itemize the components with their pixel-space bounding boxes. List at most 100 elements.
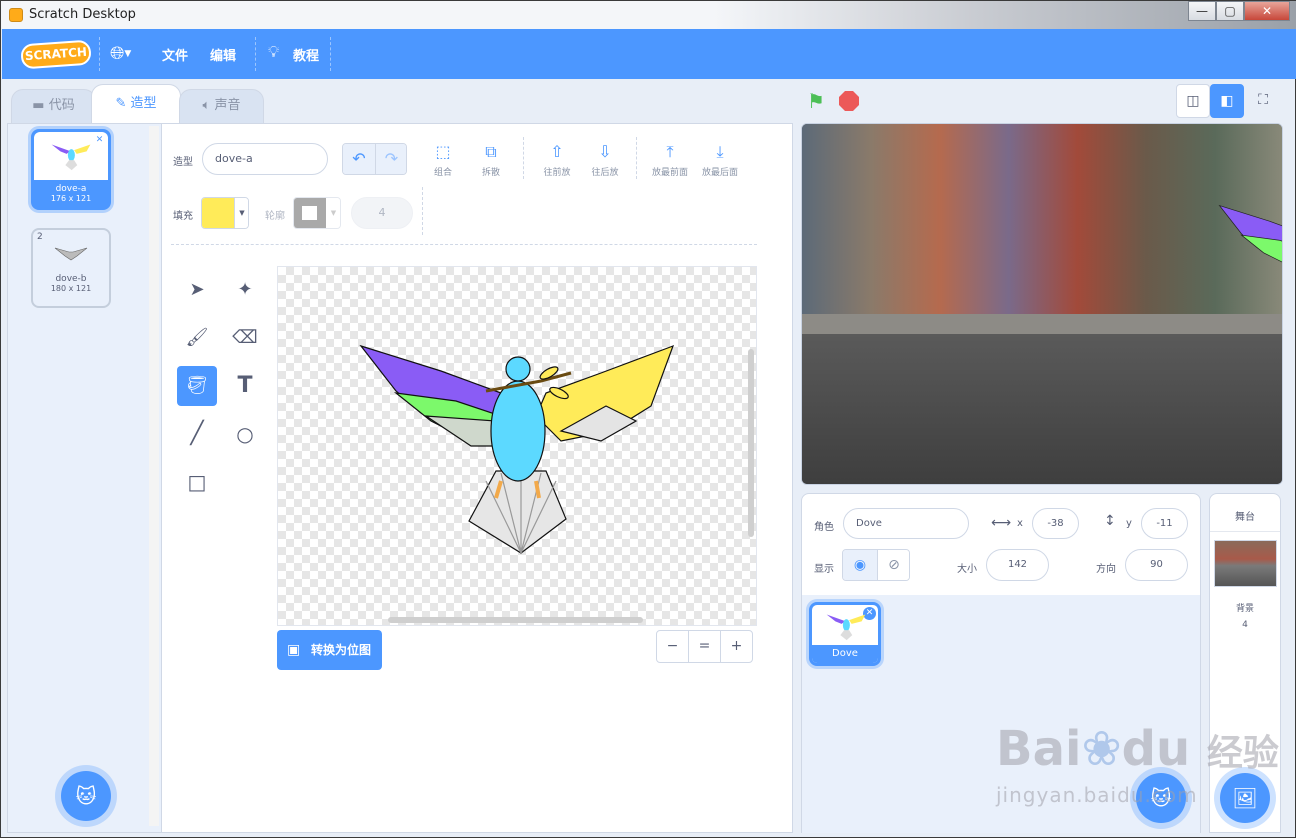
show-button[interactable]: ◉ <box>843 550 877 580</box>
fullscreen-button[interactable]: ⛶ <box>1246 84 1280 118</box>
arrow-bottom-icon: ⤓ <box>716 142 724 161</box>
outline-swatch <box>294 198 326 228</box>
redo-button[interactable]: ↷ <box>375 144 406 174</box>
ungroup-button[interactable]: ⧉ 拆散 <box>473 141 509 178</box>
paint-canvas[interactable] <box>277 266 757 626</box>
circle-tool[interactable]: ○ <box>225 414 265 454</box>
reshape-icon: ✦ <box>237 279 253 300</box>
image-add-icon: 🖼︎ <box>1232 786 1258 810</box>
size-input[interactable]: 142 <box>986 549 1049 581</box>
globe-icon[interactable]: 🌐︎▼ <box>110 43 131 64</box>
zoom-in-button[interactable]: + <box>720 630 753 663</box>
arrow-up-icon: ⇧ <box>550 142 564 161</box>
backdrops-label: 背景 <box>1235 604 1254 614</box>
scratch-logo[interactable]: SCRATCH <box>20 39 92 70</box>
green-flag-button[interactable]: ⚑ <box>807 89 825 113</box>
arrow-down-icon: ⇩ <box>598 142 612 161</box>
sprite-tile-dove[interactable]: ✕ Dove <box>809 602 881 666</box>
edit-menu[interactable]: 编辑 <box>210 45 236 64</box>
reshape-tool[interactable]: ✦ <box>225 270 265 310</box>
sprite-thumbnail <box>826 614 866 641</box>
tab-code[interactable]: ▬ 代码 <box>11 89 96 125</box>
stage[interactable] <box>801 123 1283 485</box>
undo-redo-group: ↶ ↷ <box>342 143 407 175</box>
app-icon <box>9 8 23 22</box>
costume-item-1[interactable]: 1 ✕ dove-a 176 x 121 <box>31 129 111 210</box>
canvas-vertical-scrollbar[interactable] <box>748 349 754 537</box>
line-tool[interactable]: ╱ <box>177 414 217 454</box>
stage-title: 舞台 <box>1235 512 1255 523</box>
front-button[interactable]: ⤒ 放最前面 <box>647 141 693 178</box>
window-title: Scratch Desktop <box>29 7 136 22</box>
vertical-arrow-icon: ↕ <box>1104 513 1116 529</box>
show-label: 显示 <box>814 564 834 575</box>
eye-icon: ◉ <box>853 557 867 573</box>
x-input[interactable]: -38 <box>1032 508 1079 539</box>
close-button[interactable]: ✕ <box>1244 1 1290 21</box>
caret-down-icon: ▼ <box>234 198 248 228</box>
ungroup-icon: ⧉ <box>485 142 497 161</box>
canvas-horizontal-scrollbar[interactable] <box>388 617 643 623</box>
back-button[interactable]: ⤓ 放最后面 <box>697 141 743 178</box>
direction-input[interactable]: 90 <box>1125 549 1188 581</box>
normal-stage-button[interactable]: ◧ <box>1210 84 1244 118</box>
stage-dove-sprite <box>1218 204 1282 263</box>
sprite-label: 角色 <box>814 522 834 533</box>
costume-list-scrollbar[interactable] <box>149 126 159 826</box>
x-label: x <box>1017 518 1023 529</box>
lightbulb-icon: 💡︎ <box>268 42 280 61</box>
outline-color-picker[interactable]: ▼ <box>293 197 341 229</box>
text-icon: T <box>237 373 253 398</box>
outline-width-input[interactable]: 4 <box>351 197 413 229</box>
brush-tool[interactable]: 🖌︎ <box>177 318 217 358</box>
y-label: y <box>1126 518 1132 529</box>
fill-color-picker[interactable]: ▼ <box>201 197 249 229</box>
circle-icon: ○ <box>236 422 254 446</box>
sprite-name-input[interactable]: Dove <box>843 508 969 539</box>
eraser-tool[interactable]: ⌫ <box>225 318 265 358</box>
arrow-cursor-icon: ➤ <box>189 279 205 300</box>
maximize-button[interactable]: ▢ <box>1216 1 1244 21</box>
fullscreen-icon: ⛶ <box>1258 92 1268 108</box>
tab-costumes[interactable]: ✎ 造型 <box>91 84 181 125</box>
brush-icon: ✎ <box>115 96 131 111</box>
choose-costume-button[interactable]: 🐱︎ <box>61 771 111 821</box>
small-stage-button[interactable]: ◫ <box>1176 84 1210 118</box>
convert-to-bitmap-button[interactable]: ▣ 转换为位图 <box>277 630 382 670</box>
title-bar: Scratch Desktop — ▢ ✕ <box>1 1 1296 29</box>
undo-button[interactable]: ↶ <box>343 144 375 174</box>
tutorials-menu[interactable]: 教程 <box>293 45 319 64</box>
tab-sounds[interactable]: 🔈︎ 声音 <box>179 89 264 125</box>
eraser-icon: ⌫ <box>232 327 258 348</box>
speaker-icon: 🔈︎ <box>202 98 215 113</box>
costume-thumbnail <box>33 230 109 270</box>
costume-name-input[interactable]: dove-a <box>202 143 328 175</box>
cat-icon: 🐱︎ <box>75 784 97 808</box>
backward-button[interactable]: ⇩ 往后放 <box>585 141 625 178</box>
zoom-out-button[interactable]: − <box>656 630 689 663</box>
file-menu[interactable]: 文件 <box>162 45 188 64</box>
text-tool[interactable]: T <box>225 366 265 406</box>
small-stage-icon: ◫ <box>1186 93 1200 109</box>
brush-icon: 🖌︎ <box>185 327 209 348</box>
image-icon: ▣ <box>287 642 301 658</box>
line-icon: ╱ <box>190 421 204 446</box>
select-tool[interactable]: ➤ <box>177 270 217 310</box>
stop-button[interactable] <box>839 91 859 111</box>
minimize-button[interactable]: — <box>1188 1 1216 21</box>
y-input[interactable]: -11 <box>1141 508 1188 539</box>
zoom-reset-button[interactable]: = <box>688 630 721 663</box>
app-window: Scratch Desktop — ▢ ✕ SCRATCH 🌐︎▼ 文件 编辑 … <box>0 0 1296 838</box>
outline-label: 轮廓 <box>265 211 285 222</box>
hide-button[interactable]: ⊘ <box>877 550 909 580</box>
choose-backdrop-button[interactable]: 🖼︎ <box>1220 773 1270 823</box>
forward-button[interactable]: ⇧ 往前放 <box>537 141 577 178</box>
fill-label: 填充 <box>173 211 193 222</box>
normal-stage-icon: ◧ <box>1220 93 1234 109</box>
group-button[interactable]: ⬚ 组合 <box>425 141 461 178</box>
costume-item-2[interactable]: 2 dove-b 180 x 121 <box>31 228 111 308</box>
fill-tool[interactable]: 🪣︎ <box>177 366 217 406</box>
rectangle-tool[interactable]: □ <box>177 462 217 502</box>
delete-costume-icon[interactable]: ✕ <box>93 134 106 147</box>
square-icon: □ <box>187 470 207 494</box>
